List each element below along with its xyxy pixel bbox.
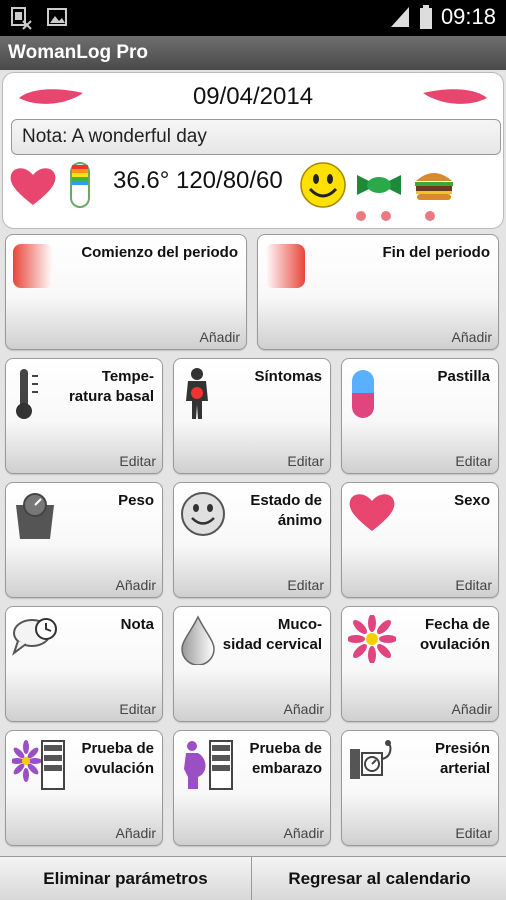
drop-icon [181,615,215,665]
edit-link[interactable]: Editar [455,825,492,841]
tile-ovulation-date[interactable]: Fecha de ovulación Añadir [341,606,499,722]
edit-link[interactable]: Editar [287,453,324,469]
indicator-dot [425,211,435,221]
pregnancy-test-icon [184,740,233,790]
tile-label: Prueba de ovulación [81,740,154,777]
tile-label: Comienzo del periodo [81,244,238,261]
next-day-button[interactable] [421,87,489,109]
tile-period-end[interactable]: Fin del periodo Añadir [257,234,499,350]
edit-link[interactable]: Editar [119,701,156,717]
tile-label: Estado de ánimo [250,492,322,529]
tile-period-start[interactable]: Comienzo del periodo Añadir [5,234,247,350]
edit-link[interactable]: Editar [119,453,156,469]
blood-pressure-icon [350,740,392,779]
tile-sex[interactable]: Sexo Editar [341,482,499,598]
app-title: WomanLog Pro [8,42,149,63]
battery-icon [419,5,432,29]
add-link[interactable]: Añadir [452,329,492,345]
tile-label: Presión arterial [434,740,490,777]
tile-mood[interactable]: Estado de ánimo Editar [173,482,331,598]
edit-link[interactable]: Editar [287,577,324,593]
clock: 09:18 [440,4,496,29]
indicator-dot [356,211,366,221]
tile-label: Fin del periodo [382,244,491,261]
period-start-icon [13,244,53,288]
signal-icon [390,7,409,27]
candy-icon [357,175,401,195]
pill-icon [70,162,90,208]
add-link[interactable]: Añadir [200,329,240,345]
add-link[interactable]: Añadir [116,825,156,841]
tile-label: Pastilla [437,368,490,385]
tile-basal-temperature[interactable]: Tempe- ratura basal Editar [5,358,163,474]
tile-weight[interactable]: Peso Añadir [5,482,163,598]
summary-row: 36.6° 120/80/60 [9,161,499,211]
edit-link[interactable]: Editar [455,577,492,593]
add-link[interactable]: Añadir [284,825,324,841]
tile-note[interactable]: Nota Editar [5,606,163,722]
flower-icon [348,615,396,663]
tile-label: Muco- sidad cervical [222,616,322,653]
thermometer-icon [16,369,38,419]
pill-capsule-icon [352,370,374,418]
tile-pill[interactable]: Pastilla Editar [341,358,499,474]
tile-blood-pressure[interactable]: Presión arterial Editar [341,730,499,846]
tile-label: Prueba de embarazo [249,740,322,777]
tile-ovulation-test[interactable]: Prueba de ovulación Añadir [5,730,163,846]
tile-label: Sexo [454,492,490,509]
tile-label: Peso [118,492,154,509]
indicator-dot [381,211,391,221]
note-bubble-icon [12,618,57,656]
status-bar: 09:18 [0,0,506,36]
period-end-icon [265,244,305,288]
delete-parameters-button[interactable]: Eliminar parámetros [0,857,252,900]
note-field[interactable]: Nota: A wonderful day [11,119,501,155]
app-title-bar: WomanLog Pro [0,36,506,70]
day-summary-card: 09/04/2014 Nota: A wonderful day 36.6° 1… [2,72,504,229]
burger-icon [415,173,453,200]
back-to-calendar-button[interactable]: Regresar al calendario [253,857,506,900]
vitals-readout: 36.6° 120/80/60 [113,167,283,194]
scale-icon [16,493,54,539]
heart-icon [349,494,395,531]
body-symptom-icon [186,368,208,419]
heart-icon [10,168,56,205]
tile-pregnancy-test[interactable]: Prueba de embarazo Añadir [173,730,331,846]
ovulation-test-icon [12,740,65,790]
tile-label: Nota [120,616,154,633]
image-notification-icon [47,8,67,26]
tile-label: Síntomas [254,368,322,385]
tile-label: Tempe- ratura basal [68,368,154,405]
tile-cervical-mucus[interactable]: Muco- sidad cervical Añadir [173,606,331,722]
smiley-icon [300,162,346,208]
sim-error-icon [11,7,32,30]
mood-smiley-icon [181,492,225,536]
edit-link[interactable]: Editar [455,453,492,469]
tile-label: Fecha de ovulación [419,616,490,653]
bottom-action-bar: Eliminar parámetros Regresar al calendar… [0,856,506,900]
add-link[interactable]: Añadir [116,577,156,593]
add-link[interactable]: Añadir [452,701,492,717]
add-link[interactable]: Añadir [284,701,324,717]
tile-symptoms[interactable]: Síntomas Editar [173,358,331,474]
